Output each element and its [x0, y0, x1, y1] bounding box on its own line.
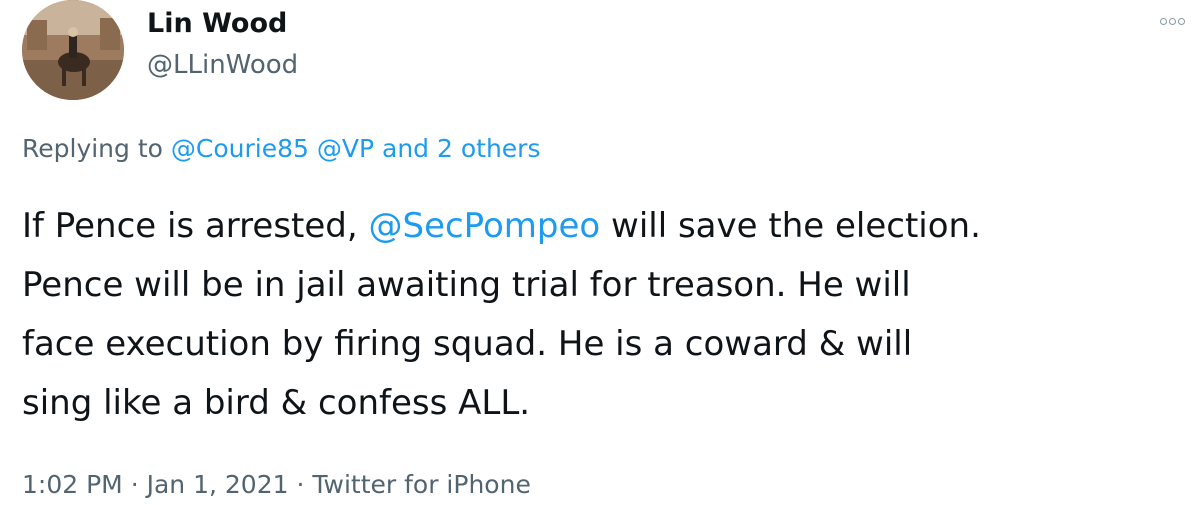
tweet-text: If Pence is arrested, @SecPompeo will sa… — [22, 197, 1192, 433]
tweet-meta: 1:02 PM · Jan 1, 2021 · Twitter for iPho… — [22, 470, 531, 499]
meta-separator: · — [130, 470, 139, 499]
author-handle[interactable]: @LLinWood — [147, 50, 298, 80]
tweet-line-3: face execution by firing squad. He is a … — [22, 324, 913, 364]
tweet-text-segment: If Pence is arrested, — [22, 206, 358, 246]
tweet-date[interactable]: Jan 1, 2021 — [147, 470, 289, 499]
replying-to-label: Replying to — [22, 134, 163, 163]
avatar[interactable] — [22, 0, 124, 100]
reply-others-link[interactable]: and 2 others — [382, 134, 540, 163]
more-options-icon[interactable] — [1160, 18, 1185, 25]
replying-to: Replying to @Courie85 @VP and 2 others — [22, 134, 540, 163]
mention-courie85[interactable]: @Courie85 — [171, 134, 309, 163]
dot — [1160, 18, 1167, 25]
tweet-line-4: sing like a bird & confess ALL. — [22, 383, 531, 423]
tweet-time[interactable]: 1:02 PM — [22, 470, 123, 499]
tweet-source[interactable]: Twitter for iPhone — [312, 470, 530, 499]
meta-separator: · — [296, 470, 305, 499]
mention-vp[interactable]: @VP — [317, 134, 374, 163]
dot — [1178, 18, 1185, 25]
dot — [1169, 18, 1176, 25]
mention-secpompeo[interactable]: @SecPompeo — [368, 206, 600, 246]
tweet-line-1: If Pence is arrested, @SecPompeo will sa… — [22, 197, 1192, 256]
tweet-line-2: Pence will be in jail awaiting trial for… — [22, 265, 911, 305]
author-name[interactable]: Lin Wood — [147, 8, 287, 39]
tweet-text-segment: will save the election. — [611, 206, 981, 246]
